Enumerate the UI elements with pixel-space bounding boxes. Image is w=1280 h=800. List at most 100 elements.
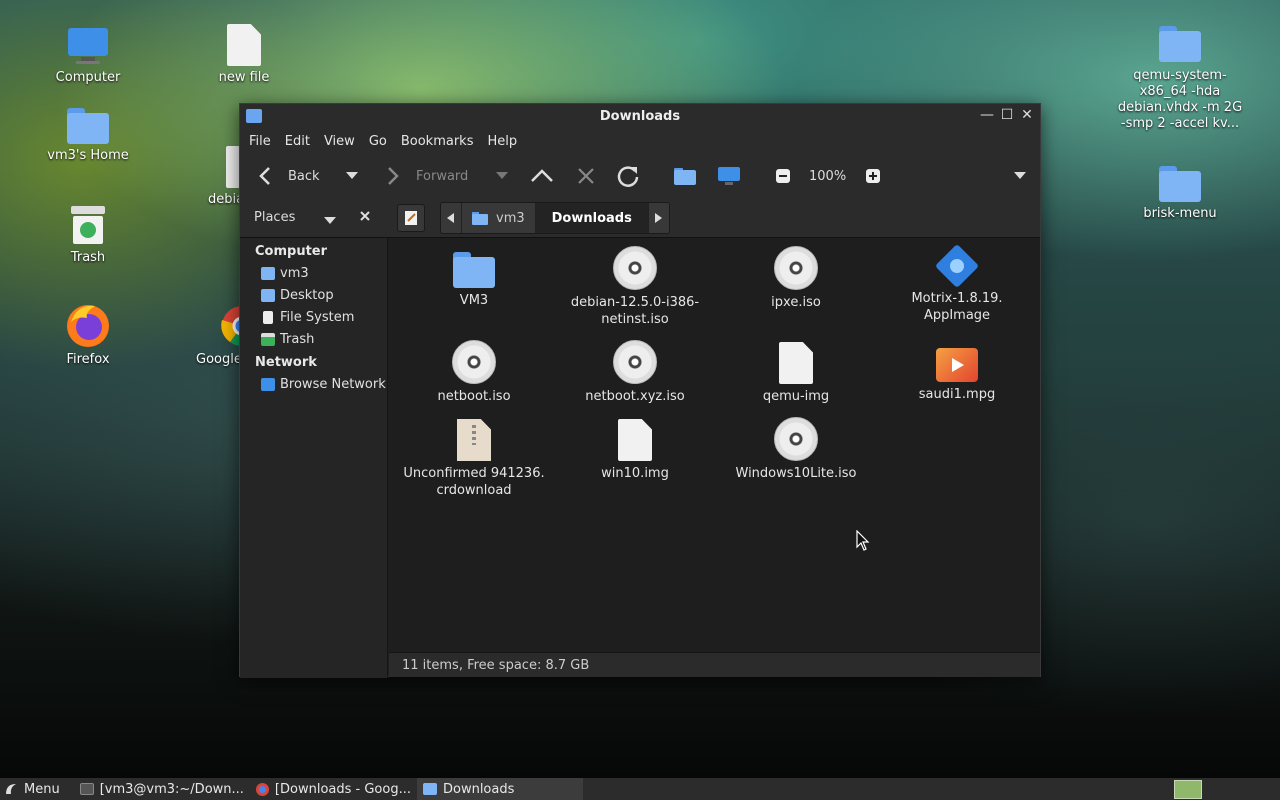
workspace-switcher[interactable] [1174,780,1202,799]
file-item-vm3[interactable]: VM3 [399,248,549,309]
file-name: Motrix-1.8.19. [911,291,1003,306]
menu-bookmarks[interactable]: Bookmarks [394,134,481,149]
menu-go[interactable]: Go [362,134,394,149]
desktop-icon-brisk-menu[interactable]: brisk-menu [1125,166,1235,222]
task-downloads[interactable]: Downloads [416,778,583,800]
menu-help[interactable]: Help [480,134,524,149]
up-arrow-icon[interactable] [530,161,554,191]
back-label: Back [288,168,320,184]
breadcrumb-left-arrow-icon[interactable] [441,203,462,233]
menu-button[interactable]: Menu [0,778,66,800]
zoom-out-icon[interactable] [776,161,790,191]
close-icon[interactable]: ✕ [1020,107,1034,123]
file-name-line2: netinst.iso [601,312,669,327]
desktop-icon-computer[interactable]: Computer [33,26,143,86]
reload-icon[interactable] [616,161,640,191]
sidebar-item-label: File System [280,310,355,325]
menu-view[interactable]: View [317,134,362,149]
maximize-icon[interactable]: ☐ [1000,107,1014,123]
desktop-folder-icon [261,289,275,302]
sidebar-item-desktop[interactable]: Desktop [240,285,387,307]
file-item-netboot-iso[interactable]: netboot.iso [399,340,549,405]
desktop-icon-trash[interactable]: Trash [33,204,143,266]
file-name: Windows10Lite.iso [735,466,857,481]
file-icon [618,419,652,461]
folder-app-icon [246,109,262,123]
task-label: Downloads [442,781,515,797]
file-item-qemu-img[interactable]: qemu-img [721,342,871,405]
back-button[interactable]: Back [256,161,320,191]
file-item-ipxe-iso[interactable]: ipxe.iso [721,246,871,311]
task-chrome[interactable]: [Downloads - Goog... [250,778,417,800]
toggle-location-entry-icon[interactable] [397,204,425,232]
stop-icon[interactable] [576,161,596,191]
appimage-icon [934,243,980,289]
home-folder-icon[interactable] [674,161,696,191]
desktop-label: Trash [70,250,106,265]
toolbar-overflow-dropdown-icon[interactable] [1014,161,1026,191]
file-item-debian-iso[interactable]: debian-12.5.0-i386- netinst.iso [560,246,710,328]
sidebar-item-vm3[interactable]: vm3 [240,263,387,285]
drive-icon [263,311,273,324]
zoom-in-icon[interactable] [866,161,880,191]
title-bar[interactable]: Downloads — ☐ ✕ [240,104,1040,128]
sidebar-item-file-system[interactable]: File System [240,307,387,329]
menu-file[interactable]: File [242,134,278,149]
close-sidebar-icon[interactable] [359,210,371,226]
file-name-line2: AppImage [923,308,991,323]
minimize-icon[interactable]: — [980,107,994,123]
desktop-icon-firefox[interactable]: Firefox [33,302,143,368]
chrome-icon [255,782,269,796]
sidebar-item-label: Desktop [280,288,334,303]
folder-icon [1159,26,1201,62]
file-item-netboot-xyz-iso[interactable]: netboot.xyz.iso [560,340,710,405]
mouse-cursor-icon [856,530,870,551]
file-view[interactable]: VM3 debian-12.5.0-i386- netinst.iso ipxe… [389,238,1040,652]
desktop-icon-home[interactable]: vm3's Home [33,108,143,164]
desktop-label: brisk-menu [1143,206,1217,221]
zoom-level: 100% [809,168,847,184]
file-item-win10-img[interactable]: win10.img [560,419,710,482]
sidebar-item-browse-network[interactable]: Browse Network [240,374,387,396]
forward-history-dropdown-icon[interactable] [496,161,508,191]
file-name: win10.img [601,466,669,481]
disc-icon [774,246,818,290]
desktop-label: vm3's Home [47,148,129,163]
folder-icon [453,252,495,288]
forward-button[interactable]: Forward [384,161,468,191]
file-item-motrix-appimage[interactable]: Motrix-1.8.19. AppImage [882,243,1032,324]
desktop-label: Firefox [66,352,110,367]
file-item-unconfirmed-crdownload[interactable]: Unconfirmed 941236. crdownload [399,419,549,499]
desktop-icon-qemu-folder[interactable]: qemu-system-x86_64 -hda debian.vhdx -m 2… [1110,26,1250,132]
menu-label: Menu [24,781,60,797]
folder-icon [422,783,437,795]
file-name-line2: crdownload [436,483,512,498]
status-bar: 11 items, Free space: 8.7 GB [389,652,1040,677]
back-history-dropdown-icon[interactable] [346,161,358,191]
back-arrow-icon [259,167,270,185]
forward-label: Forward [416,168,469,184]
computer-icon [67,26,109,66]
file-item-saudi1-mpg[interactable]: saudi1.mpg [882,342,1032,403]
sidebar-mode-label[interactable]: Places [254,210,295,225]
desktop-icon-new-file[interactable]: new file [189,24,299,86]
forward-arrow-icon [388,167,399,185]
breadcrumb-downloads[interactable]: Downloads [535,203,649,233]
file-name: netboot.xyz.iso [585,389,685,404]
video-icon [936,348,978,382]
sidebar-item-label: Browse Network [280,377,386,392]
menu-edit[interactable]: Edit [278,134,317,149]
archive-icon [457,419,491,461]
menu-bar: File Edit View Go Bookmarks Help [240,128,1040,154]
sidebar-item-trash[interactable]: Trash [240,329,387,351]
disc-icon [774,417,818,461]
file-name: netboot.iso [437,389,511,404]
disc-icon [613,246,657,290]
task-terminal[interactable]: [vm3@vm3:~/Down... [74,778,250,800]
file-item-windows10lite-iso[interactable]: Windows10Lite.iso [721,417,871,482]
breadcrumb-right-arrow-icon[interactable] [648,203,669,233]
breadcrumb-vm3[interactable]: vm3 [462,203,536,233]
computer-icon[interactable] [718,161,740,191]
sidebar-mode-dropdown-icon[interactable] [324,214,336,229]
task-label: [Downloads - Goog... [274,781,411,797]
